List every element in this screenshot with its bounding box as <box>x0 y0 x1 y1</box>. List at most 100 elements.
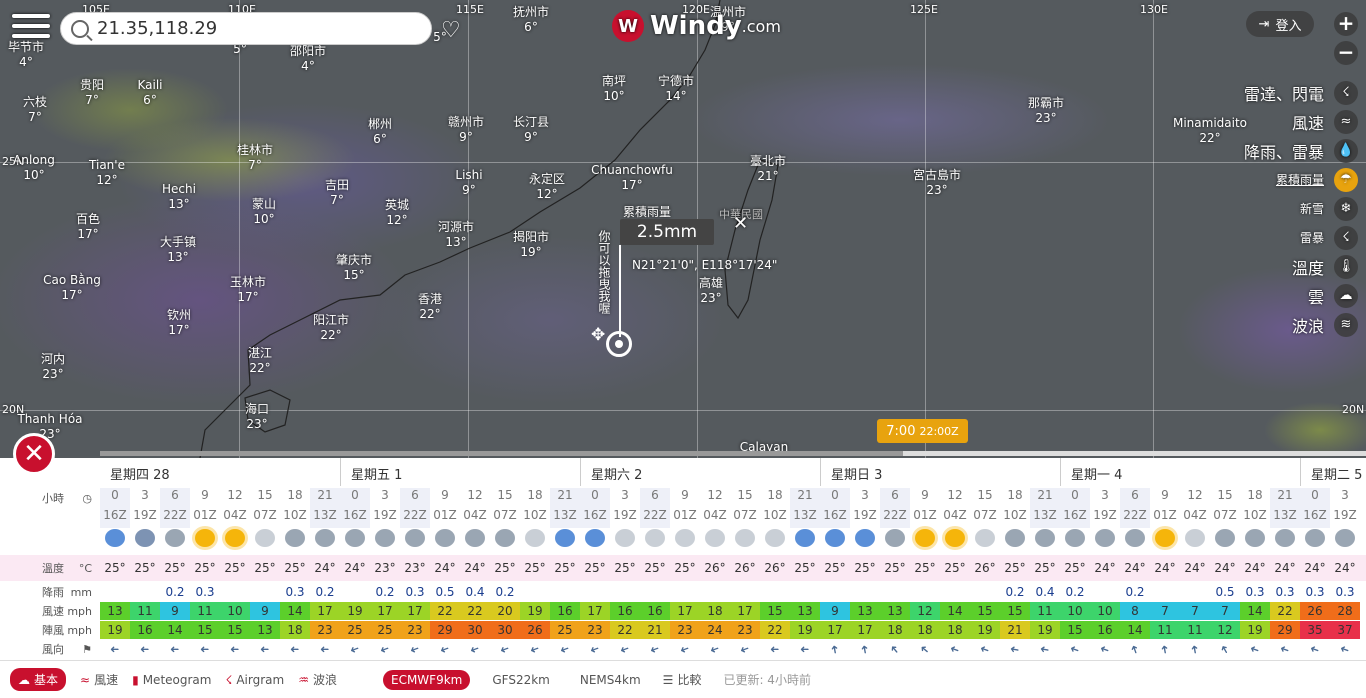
layer-label: 降雨、雷暴 <box>1243 142 1324 162</box>
hours-cell: 9 <box>921 488 929 502</box>
utc-cell: 19Z <box>133 508 157 522</box>
move-icon[interactable]: ✥ <box>591 325 605 345</box>
wind-cell: 18 <box>700 602 730 620</box>
rain-cell <box>100 585 130 599</box>
utc-cell: 13Z <box>310 508 340 528</box>
layer-item[interactable]: 雷暴 ☇ <box>1146 223 1366 252</box>
gust-cell: 37 <box>1330 621 1360 639</box>
utc-cell: 01Z <box>1153 508 1177 522</box>
temp-cell: 25° <box>584 561 606 575</box>
gust-cell: 14 <box>1120 621 1150 639</box>
city-label: Anlong 10° <box>13 153 55 183</box>
city-label: 吉田 7° <box>325 178 349 208</box>
layer-item[interactable]: 累積雨量 ☂ <box>1146 165 1366 194</box>
gust-cell: 30 <box>490 621 520 639</box>
layer-item[interactable]: 降雨、雷暴 💧 <box>1146 136 1366 165</box>
bottom-tab[interactable]: ♒ 波浪 <box>298 668 337 691</box>
temp-cell: 24° <box>1184 561 1206 575</box>
wind-direction-arrow-icon: ➜ <box>640 641 670 656</box>
city-name: 贵阳 <box>79 78 105 92</box>
layer-item[interactable]: 溫度 🌡 <box>1146 252 1366 281</box>
layer-icon: ☁ <box>1334 283 1358 308</box>
model-button[interactable]: ECMWF9km <box>382 669 471 690</box>
popup-close-icon[interactable]: ✕ <box>733 213 748 234</box>
layer-item[interactable]: 波浪 ≋ <box>1146 310 1366 339</box>
weather-cell <box>130 529 160 553</box>
rain-cell <box>220 585 250 599</box>
temp-cell: 25° <box>494 561 516 575</box>
hours-cell: 6 <box>880 488 910 508</box>
model-button[interactable]: NEMS4km <box>572 670 649 690</box>
city-label: Lishi 9° <box>455 168 482 198</box>
gust-cell: 23 <box>670 621 700 639</box>
city-name: 湛江 <box>247 346 273 360</box>
model-button[interactable]: GFS22km <box>484 670 558 690</box>
zoom-in-button[interactable]: + <box>1334 12 1358 36</box>
temp-cell: 25° <box>854 561 876 575</box>
gust-cell: 24 <box>700 621 730 639</box>
hours-cell: 18 <box>1007 488 1023 502</box>
arrow-glyph: ➜ <box>1248 641 1262 657</box>
city-label: Cao Bằng 17° <box>43 273 101 303</box>
rain-cell: 0.2 <box>495 585 515 599</box>
utc-cell: 22Z <box>400 508 430 528</box>
rain-icon <box>285 529 305 547</box>
layer-label: 雲 <box>1307 287 1324 307</box>
bottom-tab[interactable]: ☁ 基本 <box>10 668 67 691</box>
layer-label: 累積雨量 <box>1275 173 1324 187</box>
rain-cell: 0.3 <box>1305 585 1325 599</box>
hours-cell: 0 <box>100 488 130 508</box>
utc-cell: 10Z <box>1243 508 1267 522</box>
bottom-tab[interactable]: ≈ 風速 <box>80 668 118 691</box>
layer-item[interactable]: 新雪 ❄ <box>1146 194 1366 223</box>
city-label: 南坪 10° <box>602 74 626 104</box>
arrow-glyph: ➜ <box>1278 641 1292 657</box>
menu-button[interactable] <box>12 14 50 44</box>
rain-cell: 0.3 <box>195 585 215 599</box>
layer-item[interactable]: 雷達、閃電 ☇ <box>1146 78 1366 107</box>
login-button[interactable]: ⇥ 登入 <box>1246 11 1314 37</box>
arrow-glyph: ➜ <box>588 641 602 657</box>
city-temp: 19° <box>520 245 542 259</box>
city-name: 长汀县 <box>512 115 550 129</box>
weather-cell <box>610 529 640 553</box>
layer-item[interactable]: 雲 ☁ <box>1146 281 1366 310</box>
arrow-glyph: ➜ <box>857 643 873 655</box>
layer-item[interactable]: 風速 ≈ <box>1146 107 1366 136</box>
wind-direction-arrow-icon: ➜ <box>940 641 970 656</box>
timeline-progress <box>100 451 903 456</box>
location-pin[interactable] <box>606 331 632 357</box>
city-temp: 4° <box>301 59 315 73</box>
updated-text: 已更新: 4小時前 <box>723 673 811 687</box>
search-box[interactable] <box>60 12 432 45</box>
close-forecast-button[interactable]: ✕ <box>13 433 55 475</box>
bottom-tab[interactable]: ▮ Meteogram <box>132 668 211 691</box>
bottom-tab[interactable]: ☇ Airgram <box>225 668 284 691</box>
hours-cell: 15 <box>1217 488 1233 502</box>
sun-icon <box>915 529 935 547</box>
city-name: 臺北市 <box>749 154 787 168</box>
city-name: 六枝 <box>22 95 48 109</box>
rain-cell <box>670 585 700 599</box>
rain-icon <box>495 529 515 547</box>
wind-cell: 17 <box>670 602 700 620</box>
favorite-heart-icon[interactable]: ♡ <box>441 18 461 43</box>
time-badge[interactable]: 7:00 22:00Z <box>877 419 968 443</box>
timeline-bar[interactable] <box>100 451 1366 456</box>
tab-label: 風速 <box>94 673 119 687</box>
temp-cell: 23° <box>404 561 426 575</box>
compare-button[interactable]: ☰ 比較 <box>663 671 702 688</box>
zoom-out-button[interactable]: − <box>1334 41 1358 65</box>
wind-cell: 11 <box>190 602 220 620</box>
cloud-icon <box>615 529 635 547</box>
city-label: 毕节市 4° <box>8 40 44 70</box>
city-name: 南坪 <box>601 74 627 88</box>
city-name: 赣州市 <box>447 115 485 129</box>
utc-cell: 13Z <box>1030 508 1060 528</box>
arrow-glyph: ➜ <box>1039 641 1051 657</box>
wind-cell: 9 <box>160 602 190 620</box>
layer-label: 雷暴 <box>1299 231 1324 245</box>
lon-label: 130E <box>1140 3 1168 16</box>
city-name: 蒙山 <box>251 197 277 211</box>
search-input[interactable] <box>97 18 417 39</box>
